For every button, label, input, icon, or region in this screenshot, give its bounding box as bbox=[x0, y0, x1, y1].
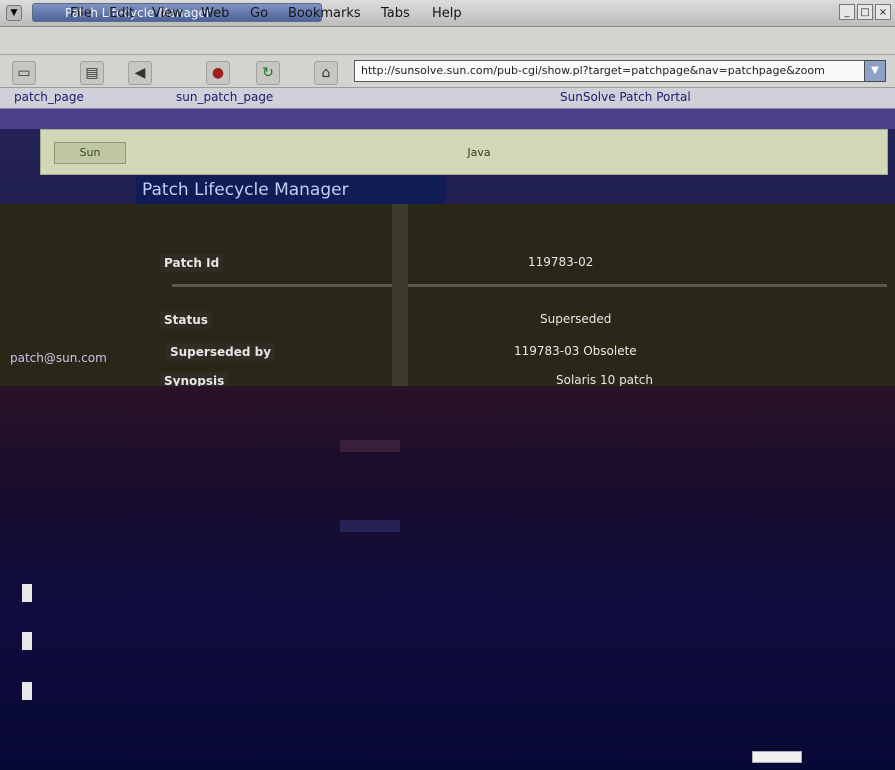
stop-icon[interactable]: ● bbox=[206, 61, 230, 85]
menu-edit[interactable]: Edit bbox=[109, 6, 134, 21]
new-page-icon[interactable]: ▭ bbox=[12, 61, 36, 85]
scroll-marker bbox=[22, 632, 32, 650]
open-file-icon[interactable]: ▤ bbox=[80, 61, 104, 85]
field-label-superseded: Superseded by bbox=[166, 343, 276, 361]
back-arrow-icon[interactable]: ◀ bbox=[128, 61, 152, 85]
window-menu-icon[interactable]: ▼ bbox=[6, 5, 22, 21]
home-icon[interactable]: ⌂ bbox=[314, 61, 338, 85]
close-icon[interactable]: × bbox=[875, 4, 891, 20]
field-value-status: Superseded bbox=[540, 312, 612, 326]
menu-tabs[interactable]: Tabs bbox=[381, 6, 410, 21]
page-title: Patch Lifecycle Manager bbox=[136, 176, 446, 204]
field-value-superseded[interactable]: 119783-03 Obsolete bbox=[514, 344, 637, 358]
bookmark-item[interactable]: SunSolve Patch Portal bbox=[560, 90, 691, 104]
field-value-synopsis: Solaris 10 patch bbox=[556, 373, 653, 387]
reload-icon[interactable]: ↻ bbox=[256, 61, 280, 85]
bookmark-item[interactable]: patch_page bbox=[14, 90, 84, 104]
menu-bar bbox=[0, 27, 895, 55]
page-lower-area bbox=[0, 386, 895, 770]
content-block bbox=[340, 440, 400, 452]
scroll-marker bbox=[22, 584, 32, 602]
menu-bookmarks[interactable]: Bookmarks bbox=[288, 6, 361, 21]
menu-help[interactable]: Help bbox=[432, 6, 462, 21]
scroll-marker bbox=[22, 682, 32, 700]
field-label-patch-id: Patch Id bbox=[160, 254, 224, 272]
bookmarks-bar bbox=[0, 88, 895, 109]
contact-email-link[interactable]: patch@sun.com bbox=[10, 351, 107, 365]
url-dropdown-icon[interactable]: ▼ bbox=[864, 60, 886, 82]
menu-view[interactable]: View bbox=[152, 6, 183, 21]
column-separator bbox=[392, 204, 408, 386]
patch-details-panel bbox=[0, 204, 895, 386]
minimize-icon[interactable]: _ bbox=[839, 4, 855, 20]
logo-right[interactable]: Java bbox=[440, 142, 518, 164]
divider bbox=[172, 284, 887, 287]
content-block bbox=[340, 520, 400, 532]
page-top-strip bbox=[0, 109, 895, 129]
menu-go[interactable]: Go bbox=[250, 6, 268, 21]
field-label-status: Status bbox=[160, 311, 212, 329]
bookmark-item[interactable]: sun_patch_page bbox=[176, 90, 273, 104]
menu-file[interactable]: File bbox=[70, 6, 92, 21]
logo-left[interactable]: Sun bbox=[54, 142, 126, 164]
menu-web[interactable]: Web bbox=[201, 6, 229, 21]
maximize-icon[interactable]: □ bbox=[857, 4, 873, 20]
url-input[interactable]: http://sunsolve.sun.com/pub-cgi/show.pl?… bbox=[354, 60, 868, 82]
status-bar-button[interactable] bbox=[752, 751, 802, 763]
field-value-patch-id: 119783-02 bbox=[528, 255, 594, 269]
